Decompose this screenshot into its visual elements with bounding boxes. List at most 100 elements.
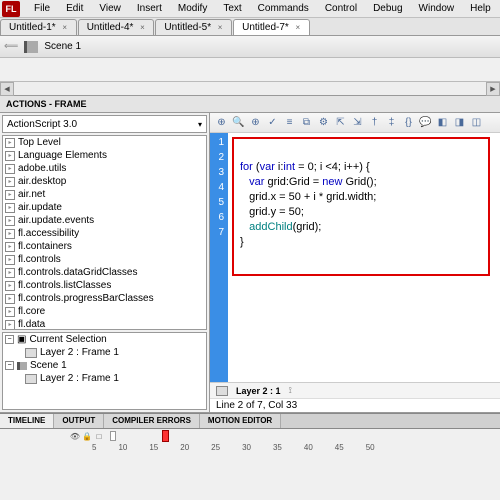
scroll-right-icon[interactable]: ▶ bbox=[486, 82, 500, 96]
package-item[interactable]: ▸air.update bbox=[3, 201, 206, 214]
eye-icon[interactable]: 👁 bbox=[70, 431, 80, 441]
scene-icon bbox=[17, 362, 27, 370]
actions-panel: ActionScript 3.0 ▸Top Level▸Language Ele… bbox=[0, 113, 500, 413]
code-line bbox=[240, 145, 482, 160]
comment-icon[interactable]: † bbox=[367, 115, 382, 130]
package-item[interactable]: ▸fl.containers bbox=[3, 240, 206, 253]
menu-text[interactable]: Text bbox=[215, 1, 249, 16]
bracket-icon[interactable]: {} bbox=[401, 115, 416, 130]
panel-tab-output[interactable]: OUTPUT bbox=[54, 414, 104, 428]
code-area[interactable]: 1234567 for (var i:int = 0; i <4; i++) {… bbox=[210, 133, 500, 382]
ruler-mark: 15 bbox=[149, 443, 158, 452]
close-icon[interactable]: × bbox=[60, 23, 70, 33]
hint-icon[interactable]: ⧉ bbox=[299, 115, 314, 130]
code-line: grid.x = 50 + i * grid.width; bbox=[240, 190, 482, 205]
app-logo: FL bbox=[2, 1, 20, 17]
document-tab[interactable]: Untitled-4*× bbox=[78, 19, 155, 35]
format-icon[interactable]: ≡ bbox=[282, 115, 297, 130]
package-tree[interactable]: ▸Top Level▸Language Elements▸adobe.utils… bbox=[2, 135, 207, 330]
package-item[interactable]: ▸fl.controls.dataGridClasses bbox=[3, 266, 206, 279]
horizontal-scrollbar[interactable]: ◀ ▶ bbox=[0, 81, 500, 95]
frame-1[interactable] bbox=[110, 431, 116, 441]
package-item[interactable]: ▸fl.core bbox=[3, 305, 206, 318]
expand-icon[interactable]: ⇲ bbox=[350, 115, 365, 130]
package-item[interactable]: ▸Language Elements bbox=[3, 149, 206, 162]
timeline-icons: 👁 🔒 □ bbox=[0, 429, 500, 443]
find-icon[interactable]: 🔍 bbox=[231, 115, 246, 130]
menu-file[interactable]: File bbox=[26, 1, 58, 16]
package-icon: ▸ bbox=[5, 307, 15, 317]
tab-label: Untitled-1* bbox=[9, 22, 56, 33]
menu-edit[interactable]: Edit bbox=[58, 1, 91, 16]
help-icon[interactable]: 💬 bbox=[418, 115, 433, 130]
collapse-icon[interactable]: ⇱ bbox=[333, 115, 348, 130]
close-icon[interactable]: × bbox=[215, 23, 225, 33]
line-number: 1 bbox=[210, 135, 224, 150]
actions-sidebar: ActionScript 3.0 ▸Top Level▸Language Ele… bbox=[0, 113, 210, 412]
language-dropdown[interactable]: ActionScript 3.0 bbox=[2, 115, 207, 133]
menu-help[interactable]: Help bbox=[462, 1, 499, 16]
package-item[interactable]: ▸air.net bbox=[3, 188, 206, 201]
package-item[interactable]: ▸adobe.utils bbox=[3, 162, 206, 175]
line-number: 6 bbox=[210, 210, 224, 225]
package-label: Top Level bbox=[18, 137, 61, 148]
package-item[interactable]: ▸fl.controls bbox=[3, 253, 206, 266]
package-label: fl.accessibility bbox=[18, 228, 79, 239]
scene-label[interactable]: Scene 1 bbox=[44, 41, 81, 52]
menu-window[interactable]: Window bbox=[411, 1, 463, 16]
package-icon: ▸ bbox=[5, 203, 15, 213]
debug-icon[interactable]: ⚙ bbox=[316, 115, 331, 130]
scene-node[interactable]: − Scene 1 bbox=[3, 359, 206, 372]
uncomment-icon[interactable]: ‡ bbox=[384, 115, 399, 130]
package-item[interactable]: ▸fl.data bbox=[3, 318, 206, 330]
panel-tab-motion-editor[interactable]: MOTION EDITOR bbox=[200, 414, 281, 428]
add-icon[interactable]: ⊕ bbox=[214, 115, 229, 130]
back-icon[interactable]: ⟸ bbox=[4, 41, 18, 52]
menu-view[interactable]: View bbox=[91, 1, 129, 16]
menu-insert[interactable]: Insert bbox=[129, 1, 170, 16]
document-tab[interactable]: Untitled-7*× bbox=[233, 19, 310, 35]
assist-icon[interactable]: ◨ bbox=[452, 115, 467, 130]
lock-icon[interactable]: 🔒 bbox=[82, 431, 92, 441]
menu-modify[interactable]: Modify bbox=[170, 1, 215, 16]
collapse-icon[interactable]: − bbox=[5, 335, 14, 344]
panel-tab-compiler-errors[interactable]: COMPILER ERRORS bbox=[104, 414, 200, 428]
actions-panel-header[interactable]: ACTIONS - FRAME bbox=[0, 96, 500, 113]
package-icon: ▸ bbox=[5, 255, 15, 265]
check-icon[interactable]: ✓ bbox=[265, 115, 280, 130]
panel-tab-timeline[interactable]: TIMELINE bbox=[0, 414, 54, 428]
code-text[interactable]: for (var i:int = 0; i <4; i++) { var gri… bbox=[228, 133, 500, 382]
package-item[interactable]: ▸air.desktop bbox=[3, 175, 206, 188]
collapse-icon[interactable]: − bbox=[5, 361, 14, 370]
pin-icon[interactable]: ◫ bbox=[469, 115, 484, 130]
frame-1-playhead[interactable] bbox=[162, 430, 169, 442]
package-item[interactable]: ▸fl.accessibility bbox=[3, 227, 206, 240]
package-icon: ▸ bbox=[5, 268, 15, 278]
package-icon: ▸ bbox=[5, 138, 15, 148]
pin-icon[interactable]: ⟟ bbox=[289, 385, 292, 396]
document-tab[interactable]: Untitled-1* × bbox=[0, 19, 77, 35]
menu-commands[interactable]: Commands bbox=[250, 1, 317, 16]
menu-control[interactable]: Control bbox=[317, 1, 365, 16]
ref-icon[interactable]: ◧ bbox=[435, 115, 450, 130]
scene-item[interactable]: Layer 2 : Frame 1 bbox=[3, 372, 206, 385]
timeline-ruler[interactable]: 5101520253035404550 bbox=[0, 443, 500, 452]
highlight-box: for (var i:int = 0; i <4; i++) { var gri… bbox=[232, 137, 490, 276]
package-item[interactable]: ▸fl.controls.progressBarClasses bbox=[3, 292, 206, 305]
close-icon[interactable]: × bbox=[137, 23, 147, 33]
package-icon: ▸ bbox=[5, 281, 15, 291]
outline-icon[interactable]: □ bbox=[94, 431, 104, 441]
menu-debug[interactable]: Debug bbox=[365, 1, 410, 16]
selection-tree[interactable]: − ▣ Current Selection Layer 2 : Frame 1 … bbox=[2, 332, 207, 410]
current-selection-item[interactable]: Layer 2 : Frame 1 bbox=[3, 346, 206, 359]
document-tab[interactable]: Untitled-5*× bbox=[155, 19, 232, 35]
target-icon[interactable]: ⊕ bbox=[248, 115, 263, 130]
current-selection-node[interactable]: − ▣ Current Selection bbox=[3, 333, 206, 346]
scene-bar: ⟸ Scene 1 bbox=[0, 36, 500, 58]
scroll-left-icon[interactable]: ◀ bbox=[0, 82, 14, 96]
package-item[interactable]: ▸air.update.events bbox=[3, 214, 206, 227]
package-item[interactable]: ▸fl.controls.listClasses bbox=[3, 279, 206, 292]
package-icon: ▸ bbox=[5, 229, 15, 239]
package-item[interactable]: ▸Top Level bbox=[3, 136, 206, 149]
close-icon[interactable]: × bbox=[293, 23, 303, 33]
